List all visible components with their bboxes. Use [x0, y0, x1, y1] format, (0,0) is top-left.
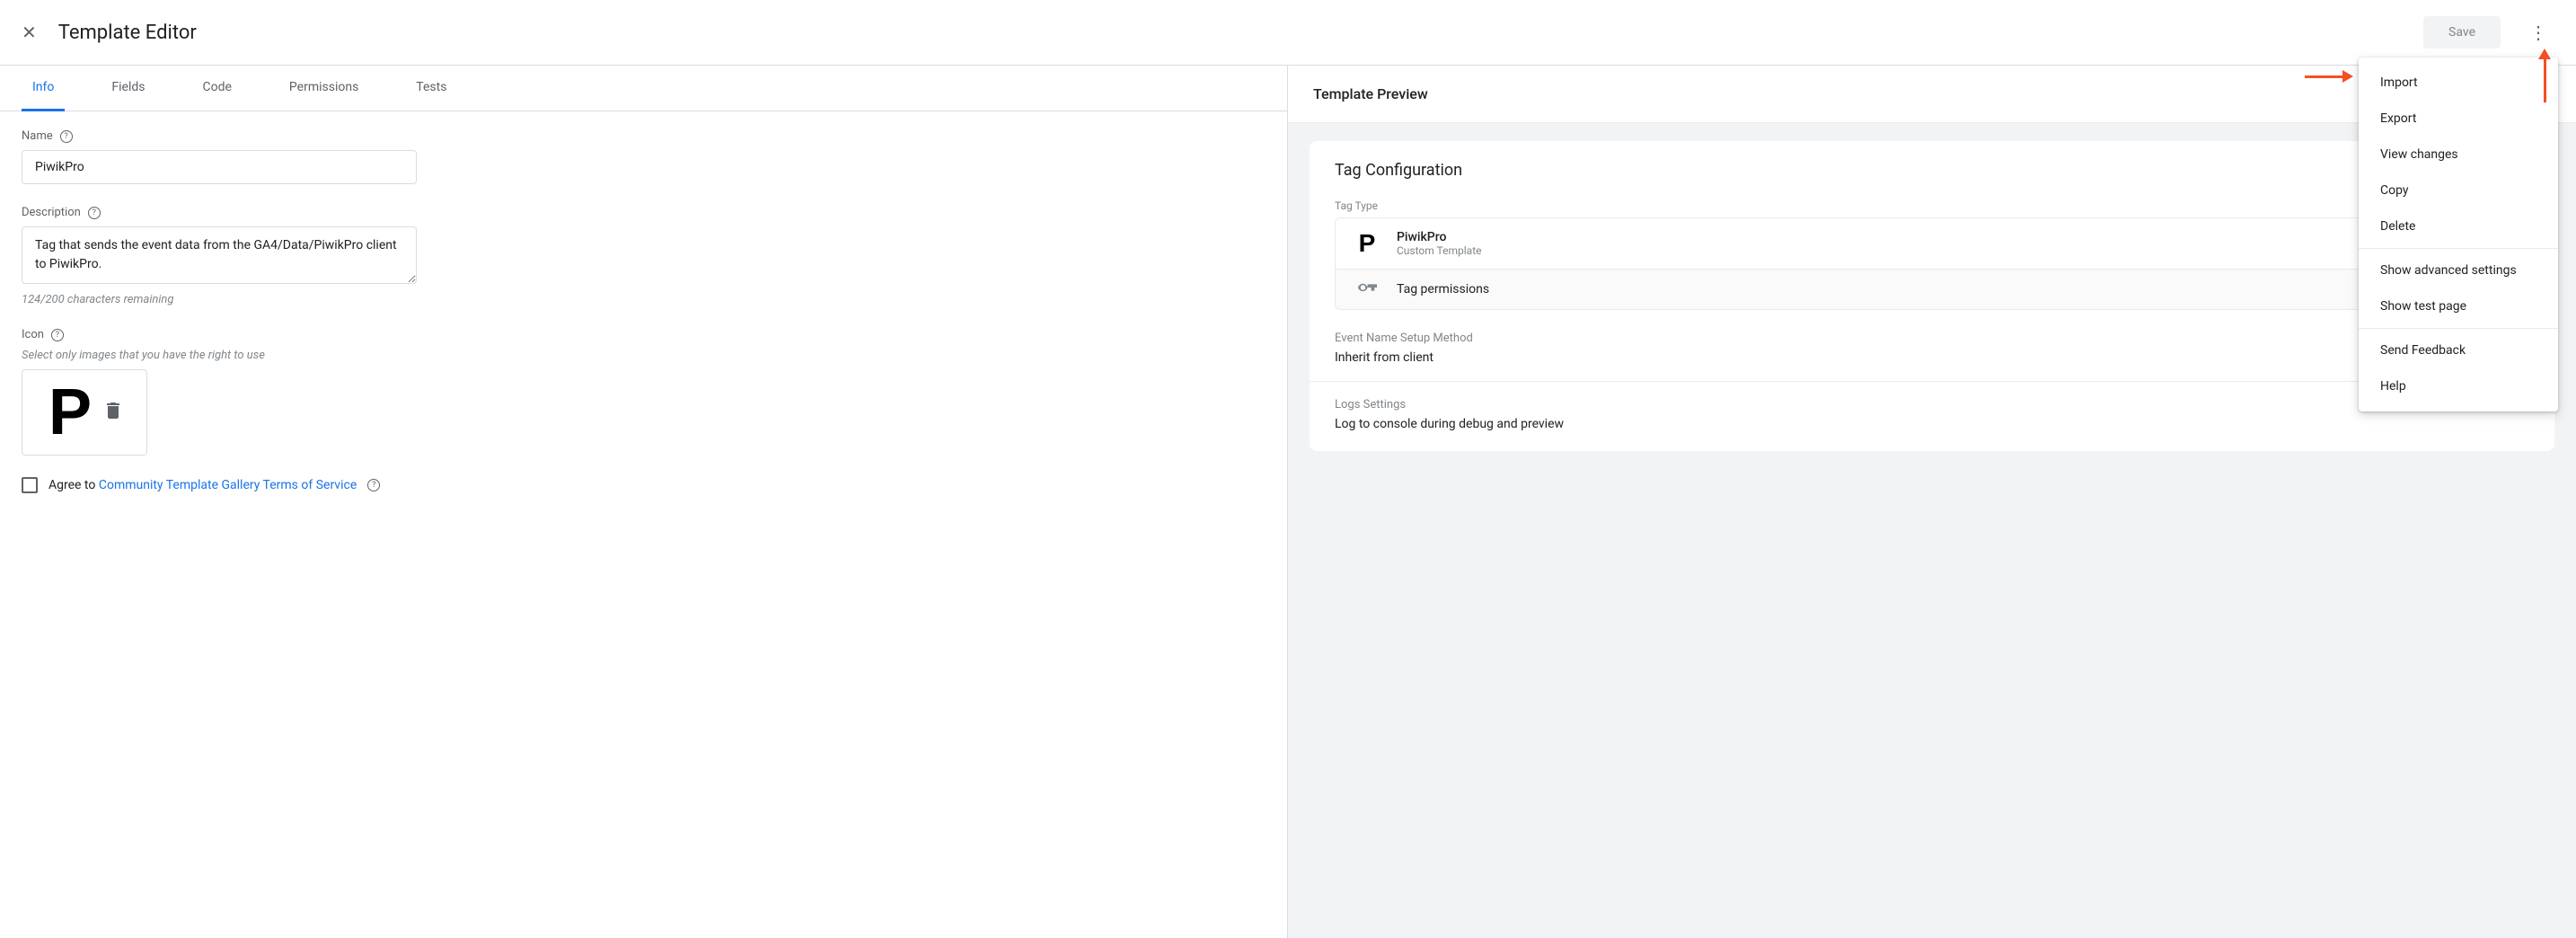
icon-preview: P: [22, 369, 147, 456]
menu-export[interactable]: Export: [2359, 101, 2558, 137]
menu-view-changes[interactable]: View changes: [2359, 137, 2558, 173]
tab-fields[interactable]: Fields: [101, 66, 155, 111]
close-icon[interactable]: ✕: [22, 22, 37, 43]
menu-show-test[interactable]: Show test page: [2359, 288, 2558, 324]
tabs: Info Fields Code Permissions Tests: [0, 66, 1287, 111]
key-icon: [1352, 282, 1382, 296]
logs-label: Logs Settings: [1335, 398, 2529, 411]
agree-row: Agree to Community Template Gallery Term…: [22, 477, 1266, 493]
help-icon[interactable]: ?: [88, 207, 101, 219]
icon-label: Icon ?: [22, 328, 1266, 341]
event-method-value: Inherit from client: [1335, 350, 2529, 365]
menu-copy[interactable]: Copy: [2359, 173, 2558, 208]
tag-type-label: Tag Type: [1335, 199, 2529, 212]
tab-permissions[interactable]: Permissions: [278, 66, 369, 111]
tab-tests[interactable]: Tests: [405, 66, 457, 111]
save-button[interactable]: Save: [2423, 16, 2501, 49]
template-logo: P: [49, 380, 92, 445]
name-label: Name ?: [22, 129, 1266, 143]
header: ✕ Template Editor Save ⋮: [0, 0, 2576, 66]
more-menu: Import Export View changes Copy Delete S…: [2359, 58, 2558, 411]
page-title: Template Editor: [58, 22, 197, 44]
more-menu-icon[interactable]: ⋮: [2522, 22, 2554, 43]
description-label: Description ?: [22, 206, 1266, 219]
annotation-arrow-import: [2305, 70, 2353, 83]
tag-name: PiwikPro: [1397, 230, 1481, 244]
terms-link[interactable]: Community Template Gallery Terms of Serv…: [99, 478, 357, 492]
editor-panel: Info Fields Code Permissions Tests Name …: [0, 66, 1288, 938]
tag-permissions-row[interactable]: Tag permissions: [1336, 269, 2528, 309]
logs-value: Log to console during debug and preview: [1335, 417, 2529, 431]
menu-send-feedback[interactable]: Send Feedback: [2359, 332, 2558, 368]
agree-prefix: Agree to: [49, 478, 99, 492]
menu-import[interactable]: Import: [2359, 65, 2558, 101]
preview-card-title: Tag Configuration: [1335, 161, 2529, 180]
char-remaining: 124/200 characters remaining: [22, 293, 1266, 306]
help-icon[interactable]: ?: [60, 130, 73, 143]
event-method-label: Event Name Setup Method: [1335, 332, 2529, 345]
tag-logo: P: [1352, 229, 1382, 258]
description-input[interactable]: Tag that sends the event data from the G…: [22, 226, 417, 284]
permissions-label: Tag permissions: [1397, 282, 1489, 296]
help-icon[interactable]: ?: [367, 479, 380, 491]
annotation-arrow-more: [2538, 49, 2551, 102]
tag-type-row[interactable]: P PiwikPro Custom Template: [1336, 218, 2528, 269]
agree-checkbox[interactable]: [22, 477, 38, 493]
icon-helper: Select only images that you have the rig…: [22, 349, 1266, 362]
tag-subtitle: Custom Template: [1397, 244, 1481, 257]
menu-show-advanced[interactable]: Show advanced settings: [2359, 252, 2558, 288]
tab-info[interactable]: Info: [22, 66, 65, 111]
name-input[interactable]: [22, 150, 417, 184]
menu-help[interactable]: Help: [2359, 368, 2558, 404]
menu-delete[interactable]: Delete: [2359, 208, 2558, 244]
delete-icon-button[interactable]: [106, 403, 120, 423]
help-icon[interactable]: ?: [51, 329, 64, 341]
tab-code[interactable]: Code: [191, 66, 242, 111]
